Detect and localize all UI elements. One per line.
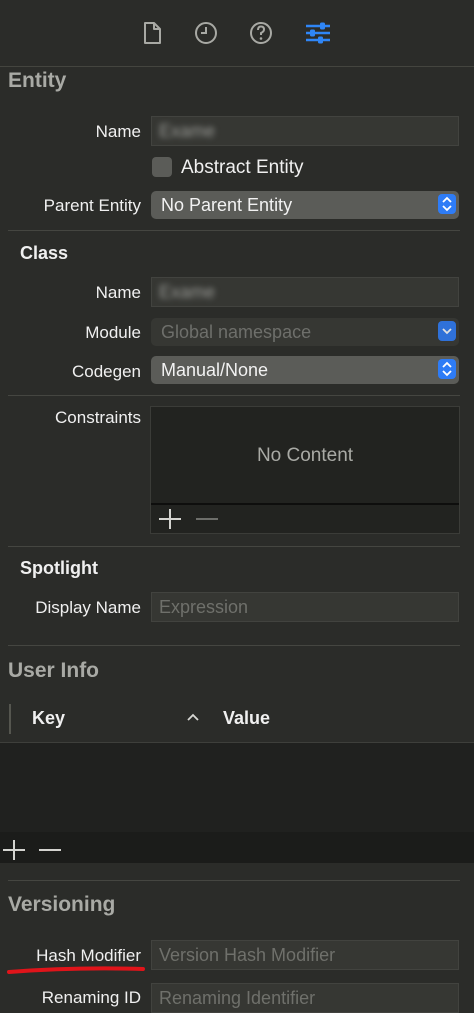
- module-popup[interactable]: Global namespace: [151, 318, 459, 346]
- display-name-field[interactable]: [151, 592, 459, 622]
- user-info-header-row: Key Value: [0, 695, 474, 743]
- updown-chevron-icon: [438, 194, 456, 214]
- attributes-inspector-icon[interactable]: [304, 20, 332, 46]
- add-constraint-button[interactable]: [157, 507, 183, 531]
- red-underline-annotation: [7, 966, 145, 974]
- divider: [8, 880, 460, 881]
- history-inspector-icon[interactable]: [193, 20, 219, 46]
- display-name-label: Display Name: [35, 598, 141, 617]
- column-divider: [9, 704, 11, 734]
- chevron-down-icon: [438, 321, 456, 341]
- codegen-label: Codegen: [71, 362, 141, 381]
- key-column-header[interactable]: Key: [32, 708, 65, 729]
- user-info-heading: User Info: [8, 659, 100, 682]
- divider: [8, 230, 460, 231]
- hash-modifier-label: Hash Modifier: [36, 946, 141, 965]
- parent-entity-popup[interactable]: No Parent Entity: [151, 191, 459, 219]
- module-label: Module: [85, 323, 141, 342]
- remove-constraint-button[interactable]: [194, 507, 220, 531]
- abstract-entity-checkbox[interactable]: [152, 157, 172, 177]
- codegen-popup[interactable]: Manual/None: [151, 356, 459, 384]
- divider: [8, 395, 460, 396]
- user-info-table[interactable]: Key Value: [0, 695, 474, 863]
- constraints-label: Constraints: [55, 408, 141, 427]
- renaming-id-field[interactable]: [151, 983, 459, 1013]
- parent-entity-label: Parent Entity: [43, 196, 141, 215]
- entity-heading: Entity: [8, 69, 67, 92]
- divider: [8, 546, 460, 547]
- value-column-header[interactable]: Value: [223, 708, 270, 729]
- no-content-text: No Content: [256, 445, 354, 466]
- remove-user-info-button[interactable]: [37, 838, 63, 862]
- renaming-id-label: Renaming ID: [41, 988, 141, 1007]
- hash-modifier-field[interactable]: [151, 940, 459, 970]
- divider: [151, 503, 459, 505]
- entity-name-field[interactable]: Exame: [151, 116, 459, 146]
- class-heading: Class: [20, 243, 69, 263]
- add-user-info-button[interactable]: [1, 838, 27, 862]
- class-name-field[interactable]: Exame: [151, 277, 459, 307]
- updown-chevron-icon: [438, 359, 456, 379]
- class-name-label: Name: [95, 283, 141, 302]
- sort-ascending-icon[interactable]: [186, 712, 200, 722]
- user-info-footer: [0, 832, 474, 863]
- abstract-entity-label: Abstract Entity: [181, 157, 304, 178]
- divider: [8, 645, 460, 646]
- inspector-toolbar: [0, 0, 474, 67]
- versioning-heading: Versioning: [8, 893, 116, 916]
- file-inspector-icon[interactable]: [139, 20, 165, 46]
- quick-help-icon[interactable]: [248, 20, 274, 46]
- spotlight-heading: Spotlight: [20, 558, 98, 578]
- entity-name-label: Name: [95, 122, 141, 141]
